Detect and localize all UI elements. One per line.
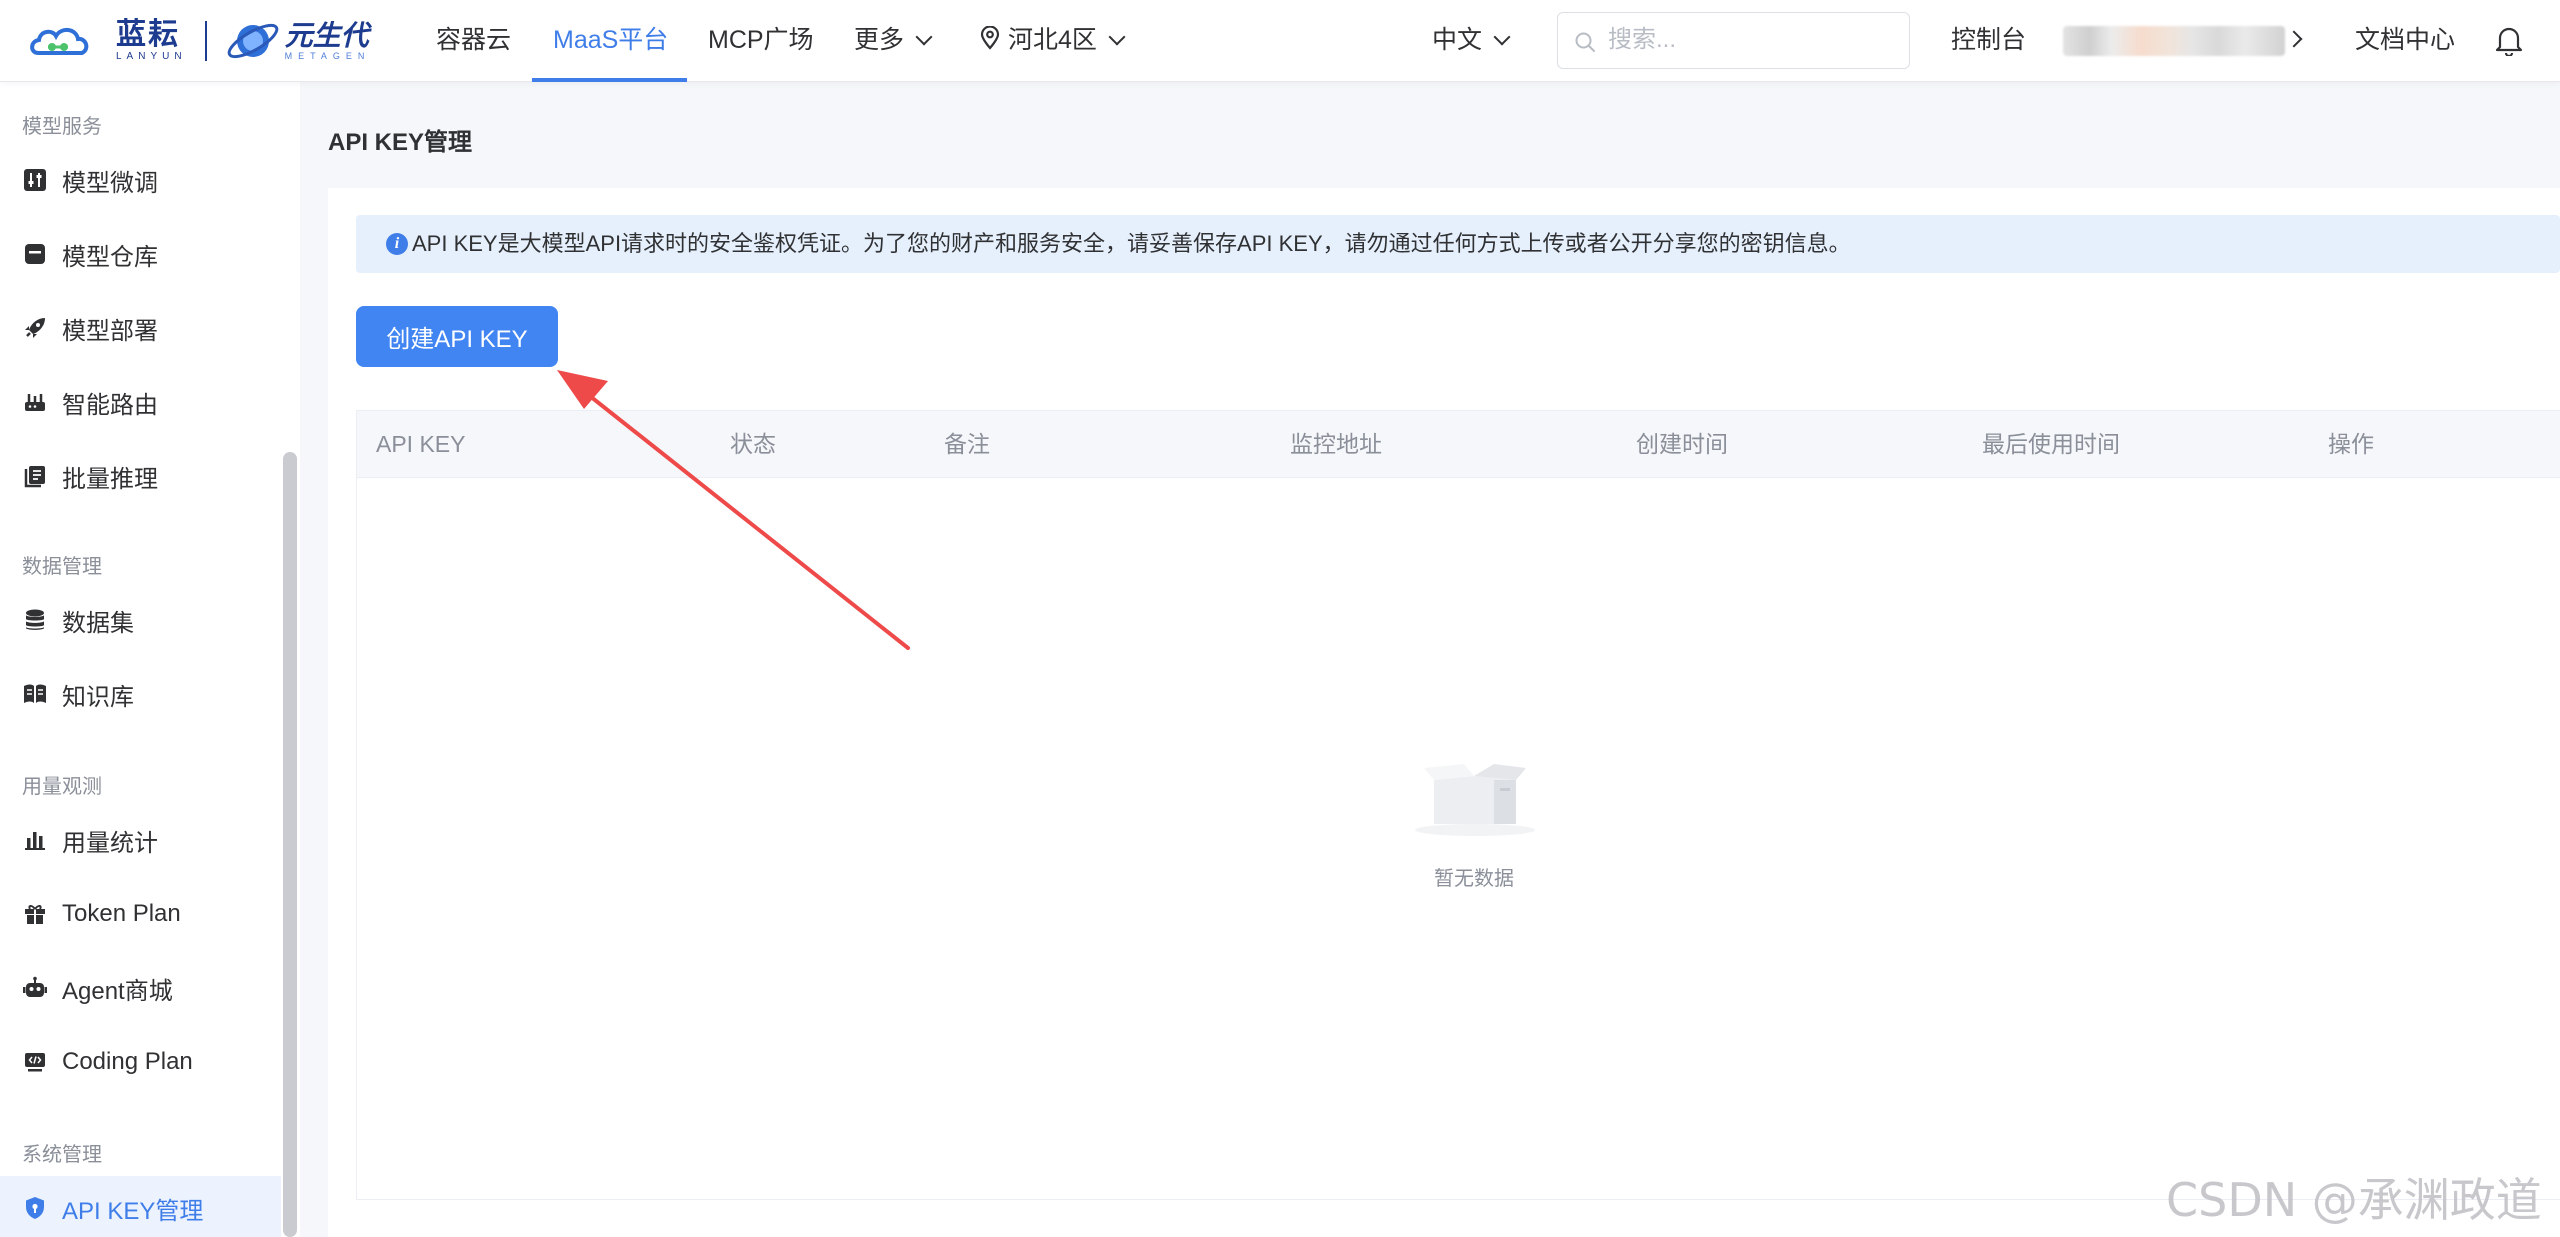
console-link[interactable]: 控制台 xyxy=(1951,0,2026,82)
language-label: 中文 xyxy=(1432,26,1483,54)
sidebar-item-usage-stats[interactable]: 用量统计 xyxy=(0,808,281,872)
lanyun-cloud-logo-icon xyxy=(30,28,89,55)
docs-center-link[interactable]: 文档中心 xyxy=(2355,0,2455,82)
open-book-icon xyxy=(20,679,50,709)
sidebar-item-label: 模型仓库 xyxy=(62,243,158,271)
empty-state-text: 暂无数据 xyxy=(1434,868,1514,890)
sidebar-item-label: 模型部署 xyxy=(62,317,158,345)
database-icon xyxy=(20,605,50,635)
sidebar-item-label: Agent商城 xyxy=(62,977,173,1005)
chevron-down-icon xyxy=(915,28,933,46)
nav-maas-platform[interactable]: MaaS平台 xyxy=(553,0,668,82)
chevron-down-icon xyxy=(1493,28,1511,46)
bar-chart-icon xyxy=(20,825,50,855)
chevron-right-icon[interactable] xyxy=(2285,30,2303,48)
sidebar-group-title: 模型服务 xyxy=(22,116,102,138)
sidebar-scrollbar[interactable] xyxy=(283,452,297,1237)
sidebar-item-label: Token Plan xyxy=(62,900,181,927)
sidebar-item-batch-inference[interactable]: 批量推理 xyxy=(0,444,281,508)
sidebar-item-label: Coding Plan xyxy=(62,1048,193,1075)
region-selector[interactable]: 河北4区 xyxy=(980,0,1126,82)
sidebar-item-label: 用量统计 xyxy=(62,829,158,857)
sidebar-item-label: 批量推理 xyxy=(62,465,158,493)
region-label: 河北4区 xyxy=(1008,26,1097,54)
logo1-name: 蓝耘 xyxy=(116,18,180,51)
sidebar-item-knowledge-base[interactable]: 知识库 xyxy=(0,662,281,726)
shield-icon xyxy=(20,1193,50,1223)
router-icon xyxy=(20,387,50,417)
sidebar-item-fine-tuning[interactable]: 模型微调 xyxy=(0,148,281,212)
sidebar-group-title: 用量观测 xyxy=(22,776,102,798)
gift-icon xyxy=(20,899,50,929)
nav-active-indicator xyxy=(532,78,687,82)
sidebar-item-deployment[interactable]: 模型部署 xyxy=(0,296,281,360)
sidebar-item-smart-routing[interactable]: 智能路由 xyxy=(0,370,281,434)
sidebar-group-title: 系统管理 xyxy=(22,1144,102,1166)
sidebar-group-title: 数据管理 xyxy=(22,556,102,578)
column-header-last-used-time: 最后使用时间 xyxy=(1982,431,2120,457)
metagen-planet-logo-icon xyxy=(227,23,278,59)
top-navbar: 蓝耘 LANYUN 元生代 METAGEN 容器云 MaaS平台 MCP广场 更… xyxy=(0,0,2560,82)
notification-bell-icon[interactable] xyxy=(2494,24,2524,56)
sidebar-item-label: 知识库 xyxy=(62,683,134,711)
box-icon xyxy=(20,239,50,269)
column-header-created-time: 创建时间 xyxy=(1636,431,1728,457)
sidebar-item-label: 智能路由 xyxy=(62,391,158,419)
search-icon xyxy=(1575,32,1595,52)
robot-icon xyxy=(20,973,50,1003)
brand-logos[interactable]: 蓝耘 LANYUN 元生代 METAGEN xyxy=(28,12,370,70)
annotation-arrow xyxy=(557,370,910,650)
logo1-subname: LANYUN xyxy=(116,51,187,62)
sidebar: 模型服务 模型微调 模型仓库 模型部署 智能路由 批量推理 数据管理 数据集 知… xyxy=(0,82,300,1237)
language-selector[interactable]: 中文 xyxy=(1432,0,1511,82)
logo-divider xyxy=(204,21,207,61)
column-header-api-key: API KEY xyxy=(376,431,466,457)
sidebar-item-agent-store[interactable]: Agent商城 xyxy=(0,956,281,1020)
sidebar-item-coding-plan[interactable]: Coding Plan xyxy=(0,1030,281,1094)
watermark-text: CSDN @承渊政道 xyxy=(2166,1173,2542,1227)
search-box[interactable] xyxy=(1557,12,1910,69)
sidebar-item-label: 模型微调 xyxy=(62,169,158,197)
empty-box-icon xyxy=(1415,764,1535,836)
search-input[interactable] xyxy=(1608,13,1898,67)
nav-more-label: 更多 xyxy=(854,26,905,54)
security-notice-banner: API KEY是大模型API请求时的安全鉴权凭证。为了您的财产和服务安全，请妥善… xyxy=(356,215,2560,273)
sidebar-item-label: 数据集 xyxy=(62,609,134,637)
logo2-name: 元生代 xyxy=(284,19,369,51)
rocket-icon xyxy=(20,313,50,343)
sidebar-item-api-key-management[interactable]: API KEY管理 xyxy=(0,1176,281,1237)
column-header-remark: 备注 xyxy=(944,431,990,457)
logo2-subname: METAGEN xyxy=(284,50,371,61)
sliders-icon xyxy=(20,165,50,195)
nav-mcp-square[interactable]: MCP广场 xyxy=(708,0,814,82)
sidebar-item-model-repo[interactable]: 模型仓库 xyxy=(0,222,281,286)
column-header-actions: 操作 xyxy=(2328,431,2374,457)
sidebar-item-datasets[interactable]: 数据集 xyxy=(0,588,281,652)
sidebar-item-token-plan[interactable]: Token Plan xyxy=(0,882,281,946)
nav-more-dropdown[interactable]: 更多 xyxy=(854,0,933,82)
sidebar-item-label: API KEY管理 xyxy=(62,1197,204,1225)
create-api-key-button[interactable]: 创建API KEY xyxy=(356,306,558,367)
book-list-icon xyxy=(20,461,50,491)
user-account-blurred[interactable] xyxy=(2063,26,2285,56)
location-pin-icon xyxy=(980,25,1000,51)
column-header-monitor-url: 监控地址 xyxy=(1290,431,1382,457)
page-title: API KEY管理 xyxy=(328,129,473,156)
code-monitor-icon xyxy=(20,1047,50,1077)
nav-container-cloud[interactable]: 容器云 xyxy=(436,0,511,82)
info-icon: i xyxy=(386,233,408,255)
chevron-down-icon xyxy=(1108,28,1126,46)
